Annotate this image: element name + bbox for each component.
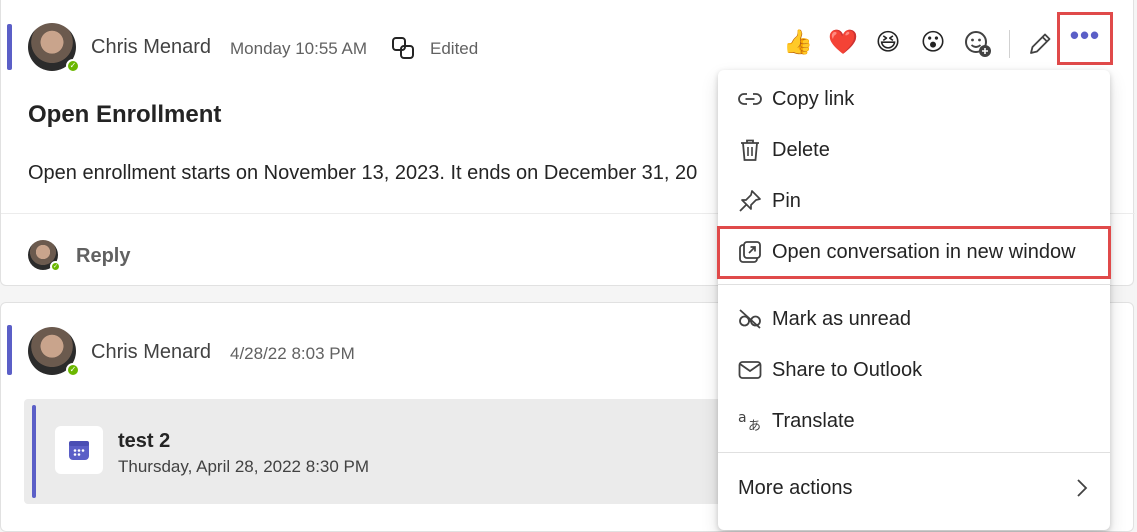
menu-item-pin[interactable]: Pin — [718, 176, 1110, 226]
mail-icon — [736, 356, 764, 384]
presence-available-icon: ✓ — [66, 363, 80, 377]
menu-item-label: Mark as unread — [772, 307, 911, 330]
trash-icon — [736, 136, 764, 164]
menu-item-copy-link[interactable]: Copy link — [718, 74, 1110, 124]
menu-item-label: More actions — [738, 476, 853, 499]
toolbar-separator — [1009, 30, 1010, 58]
more-options-icon: ••• — [1069, 19, 1101, 50]
menu-item-label: Pin — [772, 189, 801, 212]
menu-item-translate[interactable]: aあ Translate — [718, 396, 1110, 446]
presence-available-icon: ✓ — [66, 59, 80, 73]
svg-text:a: a — [738, 410, 747, 426]
svg-text:あ: あ — [748, 419, 761, 434]
message-subject: Open Enrollment — [28, 101, 222, 128]
message-options-menu: Copy link Delete Pin Open conversation i… — [718, 70, 1110, 530]
loop-icon[interactable] — [389, 34, 417, 62]
edited-label: Edited — [430, 39, 479, 58]
message-timestamp: 4/28/22 8:03 PM — [230, 344, 355, 363]
link-icon — [736, 85, 764, 113]
heart-reaction-icon[interactable]: ❤️ — [828, 28, 858, 58]
edit-icon[interactable] — [1024, 28, 1056, 60]
eye-off-icon — [736, 305, 764, 333]
meeting-datetime: Thursday, April 28, 2022 8:30 PM — [118, 457, 370, 476]
highlight-open-conversation — [717, 226, 1111, 279]
reply-button[interactable]: Reply — [76, 245, 130, 268]
laugh-reaction-icon[interactable]: 😆 — [873, 28, 903, 58]
menu-item-label: Delete — [772, 138, 830, 161]
author-name[interactable]: Chris Menard — [91, 341, 211, 364]
menu-divider — [718, 452, 1110, 453]
meeting-title[interactable]: test 2 — [118, 430, 170, 453]
unread-accent-bar — [7, 24, 12, 70]
menu-item-delete[interactable]: Delete — [718, 125, 1110, 175]
more-options-button[interactable]: ••• — [1057, 12, 1113, 65]
menu-item-label: Translate — [772, 409, 855, 432]
menu-item-label: Share to Outlook — [772, 358, 923, 381]
like-reaction-icon[interactable]: 👍 — [783, 28, 813, 58]
pin-icon — [736, 187, 764, 215]
menu-item-mark-as-unread[interactable]: Mark as unread — [718, 294, 1110, 344]
avatar[interactable]: ✓ — [28, 23, 80, 73]
author-name[interactable]: Chris Menard — [91, 36, 211, 59]
chevron-right-icon — [1074, 477, 1090, 499]
reply-avatar: ✓ — [28, 240, 61, 272]
menu-divider — [718, 284, 1110, 285]
meeting-accent-bar — [32, 405, 36, 498]
presence-available-icon: ✓ — [50, 261, 61, 272]
menu-item-label: Copy link — [772, 87, 855, 110]
message-timestamp: Monday 10:55 AM — [230, 39, 368, 58]
unread-accent-bar — [7, 325, 12, 375]
menu-item-more-actions[interactable]: More actions — [718, 463, 1110, 513]
message-body: Open enrollment starts on November 13, 2… — [28, 162, 698, 184]
translate-icon: aあ — [736, 407, 764, 435]
menu-item-share-to-outlook[interactable]: Share to Outlook — [718, 345, 1110, 395]
surprised-reaction-icon[interactable]: 😮 — [918, 28, 948, 58]
add-reaction-icon[interactable] — [962, 28, 994, 60]
calendar-icon — [55, 426, 103, 474]
avatar[interactable]: ✓ — [28, 327, 80, 377]
